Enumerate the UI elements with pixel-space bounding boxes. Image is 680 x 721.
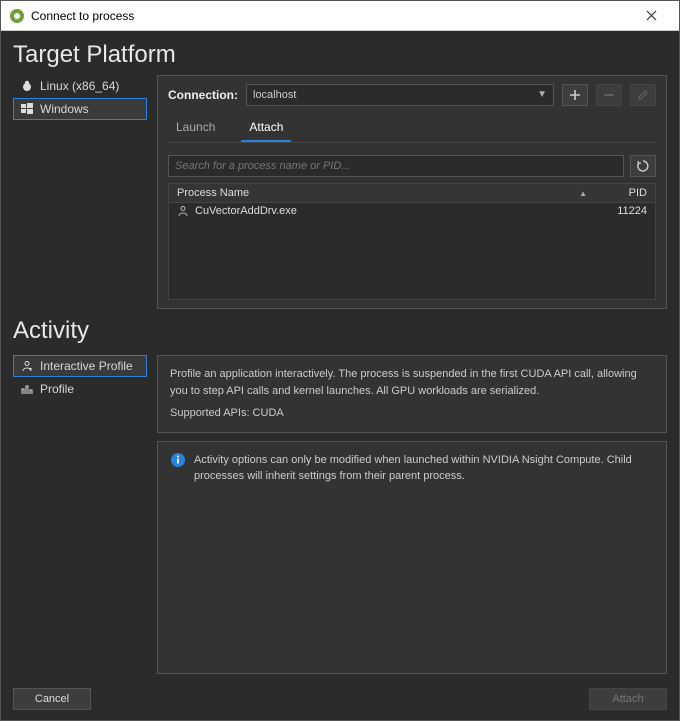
activity-supported-apis: Supported APIs: CUDA (170, 405, 654, 422)
remove-connection-button[interactable] (596, 84, 622, 106)
process-pid: 11224 (595, 205, 655, 217)
connection-tabs: Launch Attach (168, 116, 656, 143)
info-icon (170, 452, 186, 468)
windows-icon (20, 102, 34, 116)
activity-list: Interactive Profile Profile (13, 355, 147, 674)
process-icon (177, 205, 189, 217)
connection-label: Connection: (168, 88, 238, 102)
column-process-name[interactable]: Process Name ▲ (169, 184, 595, 202)
connection-value: localhost (253, 89, 296, 101)
dialog-window: Connect to process Target Platform Linux… (0, 0, 680, 721)
app-icon (9, 8, 25, 24)
activity-label: Profile (40, 382, 74, 396)
attach-button[interactable]: Attach (589, 688, 667, 710)
section-target-platform: Target Platform (13, 41, 667, 69)
sort-asc-icon: ▲ (579, 189, 587, 198)
process-table: Process Name ▲ PID CuVectorAddDrv.exe (168, 183, 656, 300)
section-activity: Activity (13, 317, 667, 345)
dialog-footer: Cancel Attach (13, 680, 667, 712)
window-title: Connect to process (31, 9, 631, 23)
titlebar: Connect to process (1, 1, 679, 31)
table-body: CuVectorAddDrv.exe 11224 (169, 203, 655, 299)
tab-attach[interactable]: Attach (241, 116, 291, 142)
activity-description: Profile an application interactively. Th… (170, 366, 654, 399)
activity-pane: Profile an application interactively. Th… (157, 355, 667, 674)
dialog-content: Target Platform Linux (x86_64) Windows (1, 31, 679, 720)
platform-list: Linux (x86_64) Windows (13, 75, 147, 309)
activity-item-profile[interactable]: Profile (13, 378, 147, 400)
tab-launch[interactable]: Launch (168, 116, 223, 142)
activity-info-text: Activity options can only be modified wh… (194, 452, 654, 485)
connection-row: Connection: localhost ▼ (168, 84, 656, 106)
connection-select[interactable]: localhost ▼ (246, 84, 554, 106)
platform-item-linux[interactable]: Linux (x86_64) (13, 75, 147, 97)
cancel-button[interactable]: Cancel (13, 688, 91, 710)
add-connection-button[interactable] (562, 84, 588, 106)
table-header: Process Name ▲ PID (169, 184, 655, 203)
process-name: CuVectorAddDrv.exe (195, 205, 297, 217)
target-platform-split: Linux (x86_64) Windows Connection: local… (13, 75, 667, 309)
platform-label: Linux (x86_64) (40, 79, 119, 93)
refresh-button[interactable] (630, 155, 656, 177)
process-search-input[interactable] (168, 155, 624, 177)
profile-icon (20, 382, 34, 396)
platform-item-windows[interactable]: Windows (13, 98, 147, 120)
table-row[interactable]: CuVectorAddDrv.exe 11224 (169, 203, 655, 219)
activity-info-box: Activity options can only be modified wh… (157, 441, 667, 675)
activity-split: Interactive Profile Profile Profile an a… (13, 355, 667, 674)
interactive-profile-icon (20, 359, 34, 373)
connection-pane: Connection: localhost ▼ (157, 75, 667, 309)
search-row (168, 155, 656, 177)
close-button[interactable] (631, 8, 671, 24)
activity-item-interactive-profile[interactable]: Interactive Profile (13, 355, 147, 377)
edit-connection-button[interactable] (630, 84, 656, 106)
chevron-down-icon: ▼ (537, 89, 547, 100)
platform-label: Windows (40, 102, 89, 116)
column-pid[interactable]: PID (595, 184, 655, 202)
activity-label: Interactive Profile (40, 359, 133, 373)
activity-description-box: Profile an application interactively. Th… (157, 355, 667, 433)
linux-icon (20, 79, 34, 93)
